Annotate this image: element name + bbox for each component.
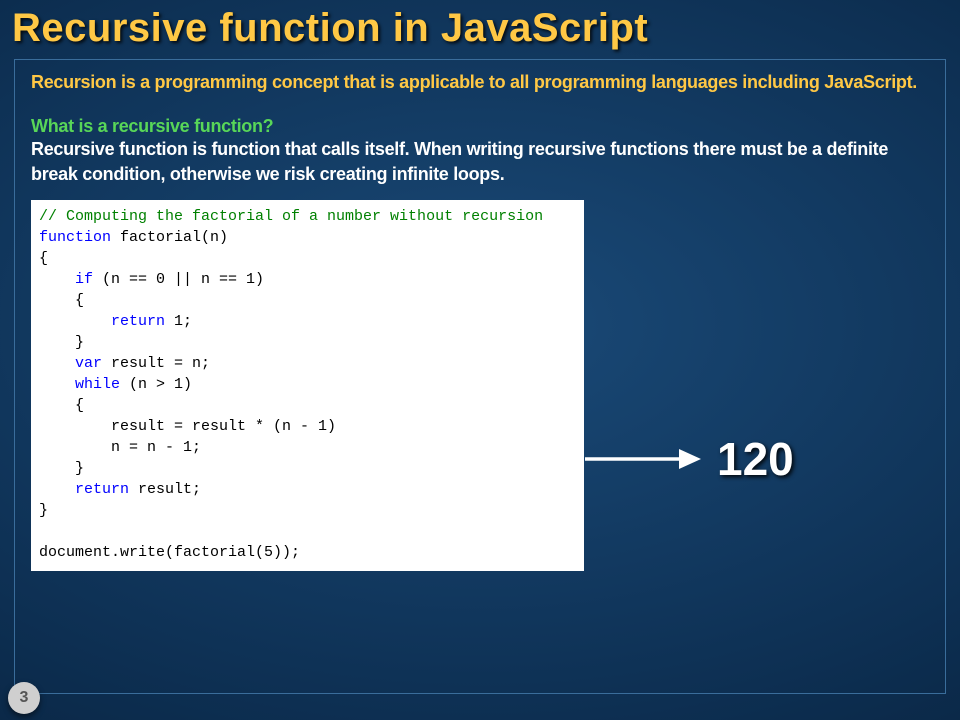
code-text bbox=[39, 376, 75, 393]
code-text bbox=[39, 313, 111, 330]
code-kw: function bbox=[39, 229, 111, 246]
code-text: (n == 0 || n == 1) bbox=[93, 271, 264, 288]
code-text: n = n - 1; bbox=[39, 439, 201, 456]
code-text: { bbox=[39, 250, 48, 267]
result-value: 120 bbox=[717, 432, 794, 486]
slide-title: Recursive function in JavaScript bbox=[0, 0, 960, 51]
code-kw: while bbox=[75, 376, 120, 393]
code-text: result = result * (n - 1) bbox=[39, 418, 336, 435]
code-block: // Computing the factorial of a number w… bbox=[31, 200, 584, 571]
code-text: } bbox=[39, 502, 48, 519]
code-text: (n > 1) bbox=[120, 376, 192, 393]
code-text bbox=[39, 271, 75, 288]
code-text bbox=[39, 355, 75, 372]
intro-text: Recursion is a programming concept that … bbox=[31, 70, 929, 94]
code-text: result; bbox=[129, 481, 201, 498]
code-text: document.write(factorial(5)); bbox=[39, 544, 300, 561]
code-text: } bbox=[39, 460, 84, 477]
code-kw: var bbox=[75, 355, 102, 372]
question-heading: What is a recursive function? bbox=[31, 116, 929, 137]
page-number: 3 bbox=[20, 689, 29, 707]
code-comment: // Computing the factorial of a number w… bbox=[39, 208, 543, 225]
code-kw: return bbox=[75, 481, 129, 498]
code-text: } bbox=[39, 334, 84, 351]
code-text: factorial(n) bbox=[111, 229, 228, 246]
code-text bbox=[39, 481, 75, 498]
code-text: 1; bbox=[165, 313, 192, 330]
code-kw: if bbox=[75, 271, 93, 288]
content-box: Recursion is a programming concept that … bbox=[14, 59, 946, 694]
code-text: { bbox=[39, 397, 84, 414]
result-callout: 120 bbox=[583, 432, 794, 486]
code-text: { bbox=[39, 292, 84, 309]
arrow-right-icon bbox=[583, 439, 703, 479]
code-text: result = n; bbox=[102, 355, 210, 372]
page-number-badge: 3 bbox=[8, 682, 40, 714]
code-kw: return bbox=[111, 313, 165, 330]
answer-text: Recursive function is function that call… bbox=[31, 137, 929, 186]
